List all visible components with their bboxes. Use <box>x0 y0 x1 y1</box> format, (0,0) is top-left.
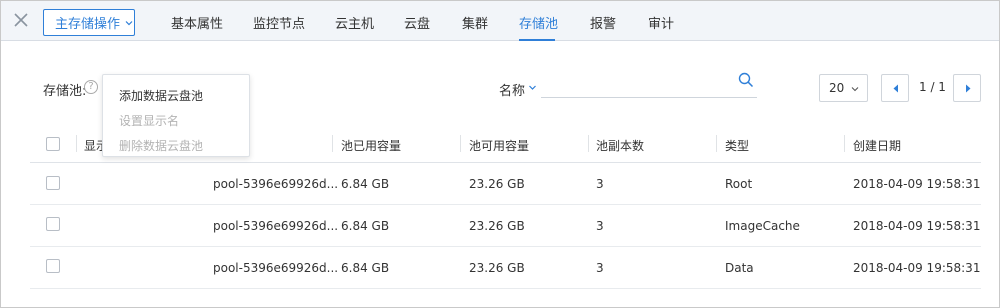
column-separator <box>588 135 589 152</box>
storage-pool-label: 存储池: <box>43 84 87 99</box>
column-separator <box>460 135 461 152</box>
row-checkbox[interactable] <box>46 217 60 231</box>
chevron-left-icon <box>893 84 898 93</box>
storage-pool-actions-menu: 添加数据云盘池 设置显示名 删除数据云盘池 <box>102 74 250 157</box>
column-header-type[interactable]: 类型 <box>725 137 749 154</box>
chevron-down-icon <box>851 87 859 92</box>
menu-item-set-display-name: 设置显示名 <box>119 114 180 128</box>
previous-page-button[interactable] <box>881 74 909 102</box>
cell-replicas: 3 <box>596 219 604 233</box>
cell-replicas: 3 <box>596 177 604 191</box>
cell-type: Data <box>725 261 754 275</box>
cell-available-capacity: 23.26 GB <box>469 177 525 191</box>
page-info: 1 / 1 <box>919 80 946 94</box>
cell-created-date: 2018-04-09 19:58:31 <box>853 219 981 233</box>
row-checkbox[interactable] <box>46 176 60 190</box>
chevron-right-icon <box>966 84 971 93</box>
cell-used-capacity: 6.84 GB <box>341 177 390 191</box>
tab-audit[interactable]: 审计 <box>648 13 674 32</box>
page-size-select[interactable]: 20 <box>819 74 868 102</box>
select-all-checkbox[interactable] <box>46 137 60 151</box>
help-icon[interactable]: ? <box>84 80 98 94</box>
column-separator <box>844 135 845 152</box>
search-icon[interactable] <box>738 72 754 88</box>
column-header-available-capacity[interactable]: 池可用容量 <box>469 137 529 154</box>
column-separator <box>716 135 717 152</box>
row-divider <box>30 288 981 289</box>
primary-storage-actions-label: 主存储操作 <box>55 17 121 32</box>
tab-alarms[interactable]: 报警 <box>590 13 616 32</box>
tab-volumes[interactable]: 云盘 <box>404 13 430 32</box>
tab-monitor-nodes[interactable]: 监控节点 <box>253 13 305 32</box>
active-tab-indicator <box>519 39 555 41</box>
cell-available-capacity: 23.26 GB <box>469 261 525 275</box>
column-separator <box>76 135 77 152</box>
search-field-select[interactable]: 名称 <box>499 80 525 99</box>
tab-clusters[interactable]: 集群 <box>462 13 488 32</box>
next-page-button[interactable] <box>953 74 981 102</box>
menu-item-add-data-volume-pool[interactable]: 添加数据云盘池 <box>119 87 203 104</box>
tab-storage-pools[interactable]: 存储池 <box>519 13 558 32</box>
cell-created-date: 2018-04-09 19:58:31 <box>853 177 981 191</box>
column-header-created-date[interactable]: 创建日期 <box>853 137 901 154</box>
tab-basic-properties[interactable]: 基本属性 <box>171 13 223 32</box>
cell-used-capacity: 6.84 GB <box>341 219 390 233</box>
cell-type: Root <box>725 177 753 191</box>
cell-created-date: 2018-04-09 19:58:31 <box>853 261 981 275</box>
primary-storage-actions-button[interactable]: 主存储操作 <box>43 9 135 36</box>
row-divider <box>30 246 981 247</box>
table-header-divider <box>30 162 981 163</box>
cell-display-name[interactable]: pool-5396e69926d... <box>213 177 338 191</box>
cell-available-capacity: 23.26 GB <box>469 219 525 233</box>
row-checkbox[interactable] <box>46 259 60 273</box>
page-size-value: 20 <box>829 81 845 95</box>
top-bar: 主存储操作 基本属性 监控节点 云主机 云盘 集群 存储池 报警 审计 <box>1 1 999 41</box>
close-icon[interactable] <box>11 10 31 30</box>
column-header-used-capacity[interactable]: 池已用容量 <box>341 137 401 154</box>
menu-item-delete-data-volume-pool: 删除数据云盘池 <box>119 139 204 153</box>
cell-type: ImageCache <box>725 219 800 233</box>
cell-display-name[interactable]: pool-5396e69926d... <box>213 261 338 275</box>
tab-vm-instances[interactable]: 云主机 <box>335 13 374 32</box>
chevron-down-icon[interactable] <box>528 83 537 92</box>
search-input[interactable] <box>541 70 757 98</box>
row-divider <box>30 204 981 205</box>
cell-replicas: 3 <box>596 261 604 275</box>
column-header-replicas[interactable]: 池副本数 <box>596 137 644 154</box>
cell-used-capacity: 6.84 GB <box>341 261 390 275</box>
chevron-down-icon <box>125 20 133 25</box>
column-separator <box>332 135 333 152</box>
cell-display-name[interactable]: pool-5396e69926d... <box>213 219 338 233</box>
